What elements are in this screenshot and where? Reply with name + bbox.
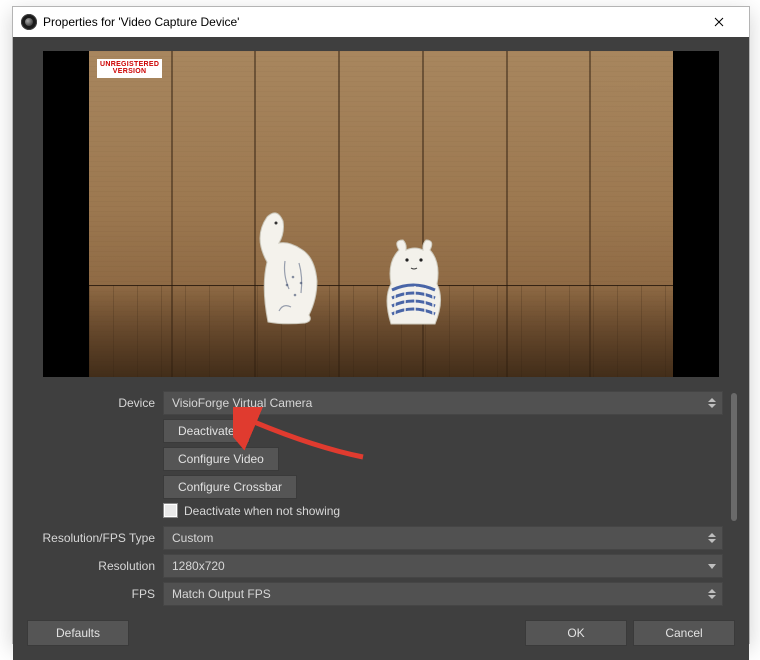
deactivate-when-not-showing-checkbox[interactable] (163, 503, 178, 518)
fps-label: FPS (35, 587, 155, 601)
resfps-type-label: Resolution/FPS Type (35, 531, 155, 545)
defaults-button[interactable]: Defaults (27, 620, 129, 646)
preview-container: UNREGISTERED VERSION (13, 37, 749, 389)
video-preview: UNREGISTERED VERSION (43, 51, 719, 377)
spin-icon (702, 392, 722, 414)
figurine-dino (243, 207, 338, 327)
device-label: Device (35, 396, 155, 410)
configure-crossbar-button[interactable]: Configure Crossbar (163, 475, 297, 499)
spin-icon (702, 583, 722, 605)
deactivate-when-not-showing-label: Deactivate when not showing (184, 504, 340, 518)
resolution-value: 1280x720 (172, 559, 225, 573)
unregistered-watermark: UNREGISTERED VERSION (97, 59, 162, 78)
deactivate-button[interactable]: Deactivate (163, 419, 250, 443)
footer: Defaults OK Cancel (13, 610, 749, 660)
device-value: VisioForge Virtual Camera (172, 396, 312, 410)
obs-app-icon (21, 14, 37, 30)
window-title: Properties for 'Video Capture Device' (43, 15, 239, 29)
resolution-label: Resolution (35, 559, 155, 573)
spin-icon (702, 527, 722, 549)
cancel-button[interactable]: Cancel (633, 620, 735, 646)
figurine-bear (373, 232, 453, 327)
scroll-thumb[interactable] (731, 393, 737, 521)
chevron-down-icon (702, 555, 722, 577)
configure-video-button[interactable]: Configure Video (163, 447, 279, 471)
properties-dialog: Properties for 'Video Capture Device' UN… (12, 6, 750, 644)
close-icon (714, 17, 724, 27)
device-select[interactable]: VisioForge Virtual Camera (163, 391, 723, 415)
close-button[interactable] (697, 7, 741, 37)
client-area: UNREGISTERED VERSION (13, 37, 749, 660)
resolution-select[interactable]: 1280x720 (163, 554, 723, 578)
resfps-type-value: Custom (172, 531, 213, 545)
titlebar: Properties for 'Video Capture Device' (13, 7, 749, 37)
form-area: Device VisioForge Virtual Camera Deactiv… (13, 389, 749, 610)
ok-button[interactable]: OK (525, 620, 627, 646)
form-scrollbar[interactable] (729, 393, 739, 606)
resfps-type-select[interactable]: Custom (163, 526, 723, 550)
fps-value: Match Output FPS (172, 587, 271, 601)
fps-select[interactable]: Match Output FPS (163, 582, 723, 606)
